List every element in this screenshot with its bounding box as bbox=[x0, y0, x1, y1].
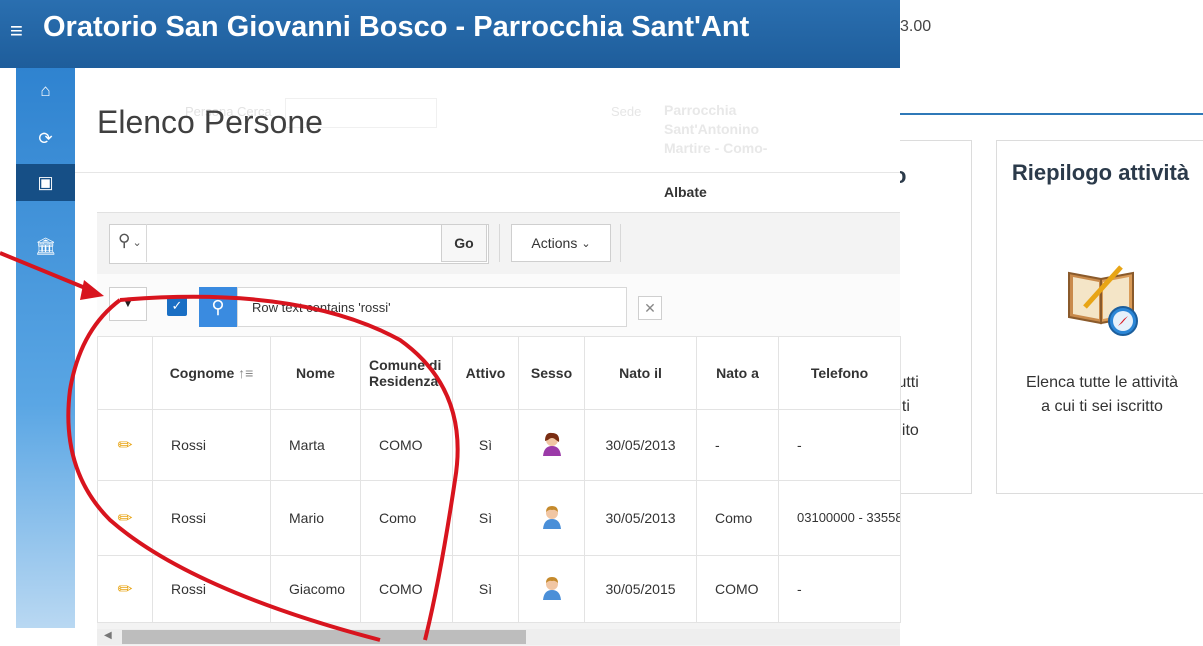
cell-sesso bbox=[518, 409, 585, 481]
filter-text[interactable]: Row text contains 'rossi' bbox=[237, 287, 627, 327]
cell-nato-a: Como bbox=[696, 480, 779, 556]
male-avatar-icon bbox=[542, 505, 561, 529]
persone-table: Cognome ↑≡ Nome Comune di Residenza Atti… bbox=[97, 336, 901, 623]
toolbar-separator bbox=[620, 224, 621, 262]
column-header-nato-il[interactable]: Nato il bbox=[584, 336, 697, 410]
book-compass-icon bbox=[1063, 259, 1143, 339]
table-row: ✏ Rossi Giacomo COMO Sì 30/05/2015 COMO … bbox=[97, 555, 901, 623]
column-header-nome[interactable]: Nome bbox=[270, 336, 361, 410]
scrollbar-thumb[interactable] bbox=[122, 630, 526, 644]
pencil-icon[interactable]: ✏ bbox=[117, 435, 132, 455]
search-icon: ⚲ bbox=[118, 231, 131, 250]
refresh-icon: ⟳ bbox=[38, 128, 53, 148]
go-button[interactable]: Go bbox=[441, 224, 487, 262]
column-header-cognome[interactable]: Cognome ↑≡ bbox=[152, 336, 271, 410]
cell-nato-a: - bbox=[696, 409, 779, 481]
card-desc: Elenca tutte le attività a cui ti sei is… bbox=[1025, 374, 1179, 415]
column-header-attivo[interactable]: Attivo bbox=[452, 336, 519, 410]
page-title: Elenco Persone bbox=[97, 104, 323, 140]
table-header-row: Cognome ↑≡ Nome Comune di Residenza Atti… bbox=[97, 336, 901, 410]
close-icon: ✕ bbox=[644, 299, 656, 316]
cell-telefono: 03100000 - 3355800000 bbox=[778, 480, 901, 556]
card-title: Riepilogo attività bbox=[1011, 160, 1190, 185]
sidebar-item-persone[interactable]: ▣ bbox=[16, 164, 75, 201]
cell-nato-il: 30/05/2013 bbox=[584, 480, 697, 556]
sidebar-item-refresh[interactable]: ⟳ bbox=[16, 120, 75, 157]
triangle-down-icon: ▼ bbox=[122, 298, 134, 310]
cell-nato-il: 30/05/2013 bbox=[584, 409, 697, 481]
cell-comune: COMO bbox=[360, 409, 453, 481]
sort-asc-icon: ↑≡ bbox=[238, 365, 254, 381]
search-input[interactable] bbox=[109, 224, 489, 264]
sidebar-item-bank[interactable]: 🏛 bbox=[16, 228, 75, 265]
male-avatar-icon bbox=[542, 576, 561, 600]
cell-comune: COMO bbox=[360, 555, 453, 623]
cell-sesso bbox=[518, 555, 585, 623]
hamburger-menu-icon[interactable]: ≡ bbox=[10, 18, 23, 44]
column-header-edit bbox=[97, 336, 153, 410]
cell-nome: Giacomo bbox=[270, 555, 361, 623]
cell-cognome: Rossi bbox=[152, 409, 271, 481]
sidebar-item-home[interactable]: ⌂ bbox=[16, 72, 75, 109]
cell-sesso bbox=[518, 480, 585, 556]
search-text-field[interactable] bbox=[172, 229, 446, 259]
cell-nato-il: 30/05/2015 bbox=[584, 555, 697, 623]
actions-label: Actions bbox=[531, 235, 578, 251]
cell-attivo: Sì bbox=[452, 555, 519, 623]
search-column-dropdown[interactable]: ⚲ ⌄ bbox=[118, 231, 142, 251]
cell-telefono: - bbox=[778, 409, 901, 481]
cell-comune: Como bbox=[360, 480, 453, 556]
filter-search-icon: ⚲ bbox=[199, 287, 237, 327]
column-label: Cognome bbox=[169, 365, 235, 381]
background-card-left[interactable]: o ) tutti nti dito bbox=[893, 140, 972, 494]
toolbar-separator bbox=[499, 224, 500, 262]
chevron-down-icon: ⌄ bbox=[132, 237, 142, 249]
remove-filter-button[interactable]: ✕ bbox=[638, 296, 662, 320]
actions-button[interactable]: Actions ⌄ bbox=[511, 224, 611, 262]
sede-value-ghost: Parrocchia Sant'Antonino Martire - Como- bbox=[664, 102, 768, 156]
header-divider bbox=[75, 172, 900, 173]
cell-nome: Marta bbox=[270, 409, 361, 481]
edit-cell[interactable]: ✏ bbox=[97, 409, 153, 481]
scroll-left-icon[interactable]: ◀ bbox=[104, 630, 112, 641]
app-title: Oratorio San Giovanni Bosco - Parrocchia… bbox=[43, 11, 750, 43]
sidebar: ⌂ ⟳ ▣ 🏛 bbox=[16, 68, 75, 628]
female-avatar-icon bbox=[542, 432, 561, 456]
table-row: ✏ Rossi Mario Como Sì 30/05/2013 Como 03… bbox=[97, 480, 901, 556]
cell-nome: Mario bbox=[270, 480, 361, 556]
column-header-telefono[interactable]: Telefono bbox=[778, 336, 901, 410]
contact-card-icon: ▣ bbox=[37, 172, 54, 192]
cell-cognome: Rossi bbox=[152, 480, 271, 556]
column-header-nato-a[interactable]: Nato a bbox=[696, 336, 779, 410]
cell-attivo: Sì bbox=[452, 480, 519, 556]
background-amount: 3.00 bbox=[900, 18, 932, 35]
cell-cognome: Rossi bbox=[152, 555, 271, 623]
pencil-icon[interactable]: ✏ bbox=[117, 508, 132, 528]
search-separator bbox=[146, 224, 147, 262]
bank-icon: 🏛 bbox=[34, 236, 57, 256]
filter-enabled-checkbox[interactable]: ✓ bbox=[167, 296, 187, 316]
collapse-filter-button[interactable]: ▼ bbox=[109, 287, 147, 321]
edit-cell[interactable]: ✏ bbox=[97, 480, 153, 556]
riepilogo-attivita-card[interactable]: Riepilogo attività Elenca tutte le attiv… bbox=[996, 140, 1203, 494]
cell-nato-a: COMO bbox=[696, 555, 779, 623]
cell-telefono: - bbox=[778, 555, 901, 623]
sede-label: Sede bbox=[611, 104, 642, 119]
home-icon: ⌂ bbox=[40, 80, 51, 100]
column-header-comune[interactable]: Comune di Residenza bbox=[360, 336, 453, 410]
table-row: ✏ Rossi Marta COMO Sì 30/05/2013 - - bbox=[97, 409, 901, 481]
pencil-icon[interactable]: ✏ bbox=[117, 579, 132, 599]
column-header-sesso[interactable]: Sesso bbox=[518, 336, 585, 410]
sede-value: Albate bbox=[664, 184, 707, 200]
background-divider bbox=[900, 113, 1203, 115]
chevron-down-icon: ⌄ bbox=[581, 237, 591, 250]
cell-attivo: Sì bbox=[452, 409, 519, 481]
edit-cell[interactable]: ✏ bbox=[97, 555, 153, 623]
